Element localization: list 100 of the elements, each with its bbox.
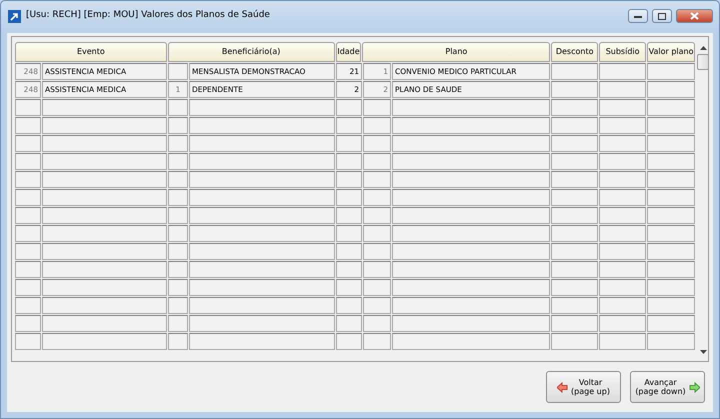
table-cell[interactable] bbox=[336, 153, 362, 170]
table-cell[interactable] bbox=[189, 135, 335, 152]
table-cell[interactable] bbox=[599, 153, 646, 170]
scroll-down-icon[interactable] bbox=[700, 350, 706, 355]
table-cell[interactable] bbox=[336, 117, 362, 134]
table-cell[interactable] bbox=[599, 207, 646, 224]
table-cell[interactable] bbox=[647, 225, 695, 242]
table-cell[interactable] bbox=[599, 171, 646, 188]
column-header[interactable]: Valor plano bbox=[647, 42, 696, 62]
table-cell[interactable] bbox=[363, 333, 391, 350]
table-cell[interactable] bbox=[15, 315, 41, 332]
table-cell[interactable] bbox=[551, 63, 598, 80]
table-cell[interactable] bbox=[363, 279, 391, 296]
table-cell[interactable] bbox=[189, 207, 335, 224]
table-cell[interactable] bbox=[647, 279, 695, 296]
table-cell[interactable] bbox=[168, 207, 188, 224]
table-cell[interactable] bbox=[168, 297, 188, 314]
table-cell[interactable] bbox=[551, 81, 598, 98]
table-cell[interactable] bbox=[647, 99, 695, 116]
table-cell[interactable] bbox=[189, 171, 335, 188]
table-cell[interactable] bbox=[392, 153, 550, 170]
table-cell[interactable] bbox=[42, 189, 167, 206]
table-cell[interactable] bbox=[647, 243, 695, 260]
table-cell[interactable] bbox=[647, 81, 695, 98]
table-cell[interactable] bbox=[363, 189, 391, 206]
table-cell[interactable] bbox=[551, 117, 598, 134]
scroll-up-icon[interactable] bbox=[700, 45, 706, 50]
table-cell[interactable] bbox=[189, 99, 335, 116]
table-cell[interactable] bbox=[599, 117, 646, 134]
table-cell[interactable] bbox=[42, 243, 167, 260]
table-cell[interactable] bbox=[42, 261, 167, 278]
table-cell[interactable] bbox=[42, 225, 167, 242]
table-cell[interactable] bbox=[336, 315, 362, 332]
table-cell[interactable] bbox=[168, 333, 188, 350]
table-cell[interactable] bbox=[15, 243, 41, 260]
table-cell[interactable] bbox=[189, 279, 335, 296]
column-header[interactable]: Desconto bbox=[551, 42, 598, 62]
table-cell[interactable] bbox=[189, 315, 335, 332]
table-cell[interactable] bbox=[189, 333, 335, 350]
table-cell[interactable] bbox=[15, 189, 41, 206]
scrollbar-thumb[interactable] bbox=[697, 54, 708, 70]
table-cell[interactable] bbox=[42, 315, 167, 332]
table-cell[interactable] bbox=[363, 99, 391, 116]
table-cell[interactable] bbox=[392, 171, 550, 188]
table-cell[interactable] bbox=[189, 225, 335, 242]
table-cell[interactable] bbox=[336, 189, 362, 206]
table-cell[interactable] bbox=[15, 207, 41, 224]
table-cell[interactable] bbox=[647, 63, 695, 80]
table-cell[interactable] bbox=[363, 171, 391, 188]
table-cell[interactable] bbox=[599, 315, 646, 332]
table-cell[interactable] bbox=[599, 81, 646, 98]
table-cell[interactable] bbox=[336, 99, 362, 116]
table-cell[interactable] bbox=[15, 99, 41, 116]
table-cell[interactable] bbox=[392, 117, 550, 134]
column-header[interactable]: Evento bbox=[15, 42, 167, 62]
table-cell[interactable] bbox=[15, 171, 41, 188]
table-cell[interactable] bbox=[168, 315, 188, 332]
table-cell[interactable] bbox=[42, 207, 167, 224]
table-cell[interactable] bbox=[168, 63, 188, 80]
table-cell[interactable] bbox=[42, 117, 167, 134]
table-cell[interactable] bbox=[551, 207, 598, 224]
table-cell[interactable] bbox=[392, 261, 550, 278]
table-cell[interactable] bbox=[15, 333, 41, 350]
table-cell[interactable] bbox=[551, 99, 598, 116]
table-cell[interactable] bbox=[336, 225, 362, 242]
table-cell[interactable] bbox=[168, 279, 188, 296]
table-cell[interactable] bbox=[15, 261, 41, 278]
table-cell[interactable] bbox=[363, 315, 391, 332]
table-cell[interactable] bbox=[647, 135, 695, 152]
minimize-button[interactable] bbox=[628, 9, 648, 23]
table-cell[interactable] bbox=[189, 117, 335, 134]
table-cell[interactable] bbox=[599, 99, 646, 116]
table-cell[interactable] bbox=[599, 279, 646, 296]
table-cell[interactable] bbox=[42, 135, 167, 152]
table-cell[interactable] bbox=[15, 279, 41, 296]
table-cell[interactable] bbox=[168, 117, 188, 134]
table-cell[interactable] bbox=[42, 279, 167, 296]
table-cell[interactable] bbox=[168, 243, 188, 260]
table-cell[interactable] bbox=[599, 261, 646, 278]
table-cell[interactable] bbox=[647, 297, 695, 314]
table-cell[interactable] bbox=[189, 243, 335, 260]
table-cell[interactable] bbox=[551, 189, 598, 206]
table-cell[interactable] bbox=[168, 171, 188, 188]
table-cell[interactable] bbox=[647, 207, 695, 224]
table-cell[interactable] bbox=[168, 261, 188, 278]
table-cell[interactable] bbox=[392, 315, 550, 332]
table-cell[interactable] bbox=[392, 135, 550, 152]
table-cell[interactable] bbox=[42, 333, 167, 350]
table-cell[interactable] bbox=[336, 243, 362, 260]
table-cell[interactable] bbox=[392, 279, 550, 296]
table-cell[interactable] bbox=[392, 243, 550, 260]
table-cell[interactable] bbox=[168, 99, 188, 116]
table-cell[interactable] bbox=[15, 153, 41, 170]
table-cell[interactable] bbox=[336, 171, 362, 188]
table-cell[interactable] bbox=[392, 189, 550, 206]
nav-button[interactable]: Voltar (page up) bbox=[546, 371, 621, 403]
table-cell[interactable] bbox=[363, 243, 391, 260]
table-cell[interactable] bbox=[363, 135, 391, 152]
table-cell[interactable] bbox=[15, 135, 41, 152]
table-cell[interactable] bbox=[599, 63, 646, 80]
